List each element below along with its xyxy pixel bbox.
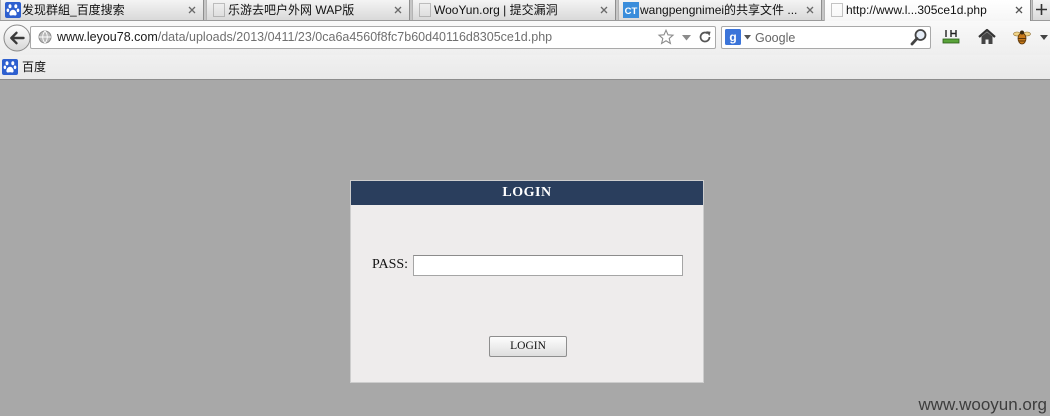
- pass-label: PASS:: [372, 257, 409, 272]
- tab-close-icon[interactable]: [394, 6, 402, 14]
- blank-page-icon: [211, 2, 227, 18]
- blank-page-icon: [417, 2, 433, 18]
- history-dropdown-icon[interactable]: [682, 35, 691, 41]
- tab-title: 乐游去吧户外网 WAP版: [228, 3, 355, 17]
- tab-title: WooYun.org | 提交漏洞: [434, 3, 558, 17]
- login-panel: LOGIN PASS: LOGIN: [350, 180, 704, 383]
- url-text[interactable]: www.leyou78.com/data/uploads/2013/0411/2…: [57, 27, 552, 48]
- bookmark-label: 百度: [22, 60, 47, 74]
- google-icon-text: g: [729, 30, 736, 44]
- login-button[interactable]: LOGIN: [489, 336, 567, 357]
- bookmark-baidu[interactable]: 百度: [2, 58, 52, 76]
- tab-close-icon[interactable]: [1015, 6, 1023, 14]
- ct-icon: CT: [623, 2, 639, 18]
- home-icon[interactable]: [978, 28, 996, 45]
- blank-page-icon: [829, 2, 845, 18]
- tab-title: wangpengnimei的共享文件 ...: [640, 3, 798, 17]
- search-bar[interactable]: g: [721, 26, 931, 49]
- tab-close-icon[interactable]: [188, 6, 196, 14]
- tab-close-icon[interactable]: [600, 6, 608, 14]
- page-content: LOGIN PASS: LOGIN: [0, 80, 1050, 416]
- search-input[interactable]: [755, 28, 905, 47]
- tab-title: 发现群組_百度搜索: [22, 3, 125, 17]
- login-title: LOGIN: [351, 181, 703, 205]
- url-domain: www.leyou78.com: [57, 30, 158, 44]
- back-arrow-icon: [3, 24, 31, 52]
- password-field[interactable]: [413, 255, 683, 276]
- new-tab-button[interactable]: [1032, 0, 1050, 20]
- tab-wooyun-submit[interactable]: WooYun.org | 提交漏洞: [412, 0, 616, 20]
- dropdown-arrow-icon[interactable]: [1040, 35, 1048, 41]
- reload-icon[interactable]: [698, 30, 712, 44]
- tab-close-icon[interactable]: [806, 6, 814, 14]
- watermark: www.wooyun.org: [918, 395, 1047, 414]
- baidu-paw-icon: [5, 2, 21, 18]
- engine-dropdown-icon[interactable]: [744, 35, 751, 40]
- plus-icon: [1036, 4, 1047, 15]
- baidu-paw-icon: [2, 59, 18, 75]
- ct-icon-text: CT: [625, 6, 638, 17]
- tab-active-php-page[interactable]: http://www.l...305ce1d.php: [824, 0, 1031, 21]
- back-button[interactable]: [3, 24, 31, 52]
- address-bar[interactable]: www.leyou78.com/data/uploads/2013/0411/2…: [30, 26, 716, 49]
- tab-leyou-wap[interactable]: 乐游去吧户外网 WAP版: [206, 0, 410, 20]
- tab-baidu-search[interactable]: 发现群組_百度搜索: [0, 0, 204, 20]
- globe-icon[interactable]: [38, 30, 52, 44]
- bookmarks-toolbar: 百度: [0, 55, 1050, 80]
- navigation-toolbar: www.leyou78.com/data/uploads/2013/0411/2…: [0, 21, 1050, 55]
- tab-strip: 发现群組_百度搜索 乐游去吧户外网 WAP版 WooYun.org | 提交漏洞…: [0, 0, 1050, 21]
- magnifier-icon[interactable]: [910, 28, 928, 46]
- url-path: /data/uploads/2013/0411/23/0ca6a4560f8fc…: [157, 30, 553, 44]
- tab-shared-files[interactable]: CT wangpengnimei的共享文件 ...: [618, 0, 822, 20]
- tab-title: http://www.l...305ce1d.php: [846, 3, 987, 17]
- bandwidth-meter-icon[interactable]: [942, 29, 960, 45]
- google-icon[interactable]: g: [725, 29, 741, 45]
- firebug-icon[interactable]: [1013, 28, 1031, 46]
- star-icon[interactable]: [657, 28, 675, 45]
